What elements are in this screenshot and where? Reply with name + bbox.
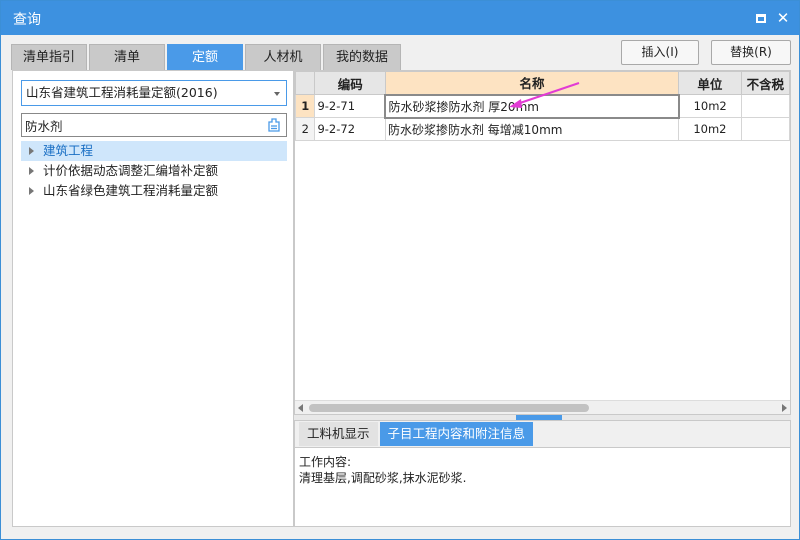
annotation-arrow-icon (509, 82, 580, 108)
row-number: 1 (295, 94, 316, 118)
detail-content: 工作内容: 清理基层,调配砂浆,抹水泥砂浆. (295, 447, 790, 526)
expand-arrow-icon[interactable] (29, 147, 34, 155)
quota-library-value: 山东省建筑工程消耗量定额(2016) (26, 85, 218, 100)
column-header-unit[interactable]: 单位 (678, 71, 742, 95)
tree-item-dynamic-supplement[interactable]: 计价依据动态调整汇编增补定额 (21, 161, 287, 181)
tab-bill-guide[interactable]: 清单指引 (11, 44, 87, 70)
cell-unit[interactable]: 10m2 (678, 94, 742, 118)
cell-unit[interactable]: 10m2 (678, 117, 742, 141)
query-window: 查询 ✕ 清单指引 清单 定额 人材机 我的数据 插入(I) 替换(R) 山东省… (0, 0, 800, 540)
maximize-button[interactable] (753, 10, 769, 26)
cell-code[interactable]: 9-2-72 (314, 117, 386, 141)
table-row[interactable]: 2 9-2-72 防水砂浆掺防水剂 每增减10mm 10m2 (295, 117, 790, 141)
replace-button[interactable]: 替换(R) (711, 40, 791, 65)
main-tabs: 清单指引 清单 定额 人材机 我的数据 (11, 44, 403, 70)
chevron-down-icon (274, 92, 280, 96)
cell-code[interactable]: 9-2-71 (314, 94, 386, 118)
title-bar[interactable]: 查询 ✕ (1, 1, 799, 35)
tab-bill[interactable]: 清单 (89, 44, 165, 70)
detail-heading: 工作内容: (299, 455, 352, 469)
expand-arrow-icon[interactable] (29, 187, 34, 195)
quota-grid-panel: 编码 名称 单位 不含税 1 9-2-71 防水砂浆掺防水剂 厚20mm 10m… (294, 70, 791, 415)
quota-tree: 建筑工程 计价依据动态调整汇编增补定额 山东省绿色建筑工程消耗量定额 (21, 141, 287, 201)
cell-name[interactable]: 防水砂浆掺防水剂 每增减10mm (384, 117, 680, 141)
horizontal-scrollbar[interactable] (295, 400, 790, 414)
tab-my-data[interactable]: 我的数据 (323, 44, 401, 70)
left-panel: 山东省建筑工程消耗量定额(2016) 建筑工程 计价依据动态调整汇编增补定额 (12, 70, 294, 527)
search-box (21, 113, 287, 137)
tree-item-label: 建筑工程 (43, 143, 94, 158)
tree-item-building-works[interactable]: 建筑工程 (21, 141, 287, 161)
detail-tabs: 工料机显示 子目工程内容和附注信息 (299, 422, 535, 446)
search-input[interactable] (22, 114, 252, 136)
tab-materials[interactable]: 人材机 (245, 44, 321, 70)
quota-library-select[interactable]: 山东省建筑工程消耗量定额(2016) (21, 80, 287, 106)
tree-item-label: 计价依据动态调整汇编增补定额 (43, 163, 219, 178)
scroll-right-icon[interactable] (782, 404, 787, 412)
detail-text: 清理基层,调配砂浆,抹水泥砂浆. (299, 471, 467, 485)
tree-item-label: 山东省绿色建筑工程消耗量定额 (43, 183, 219, 198)
cell-price[interactable] (740, 117, 790, 141)
tree-item-green-building[interactable]: 山东省绿色建筑工程消耗量定额 (21, 181, 287, 201)
column-header-price-excl-tax[interactable]: 不含税 (740, 71, 790, 95)
close-icon: ✕ (776, 9, 790, 27)
insert-button[interactable]: 插入(I) (621, 40, 699, 65)
tab-quota[interactable]: 定额 (167, 44, 243, 70)
rownum-header (295, 71, 316, 95)
detail-panel: 工料机显示 子目工程内容和附注信息 工作内容: 清理基层,调配砂浆,抹水泥砂浆. (294, 420, 791, 527)
window-title: 查询 (13, 12, 41, 28)
maximize-icon (756, 13, 766, 23)
scroll-left-icon[interactable] (298, 404, 303, 412)
tab-work-content-notes[interactable]: 子目工程内容和附注信息 (379, 422, 534, 446)
cell-price[interactable] (740, 94, 790, 118)
scrollbar-thumb[interactable] (309, 404, 589, 412)
row-number: 2 (295, 117, 316, 141)
search-filter-icon[interactable] (267, 118, 281, 132)
column-header-code[interactable]: 编码 (314, 71, 386, 95)
expand-arrow-icon[interactable] (29, 167, 34, 175)
tab-labor-material-machine[interactable]: 工料机显示 (299, 422, 378, 446)
close-button[interactable]: ✕ (775, 10, 791, 26)
